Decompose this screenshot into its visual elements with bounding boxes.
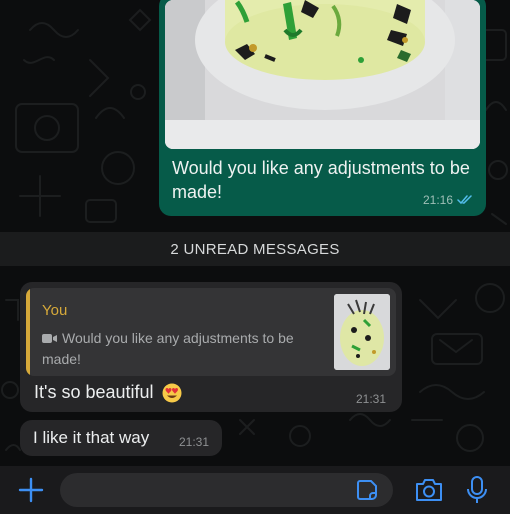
quote-accent-bar xyxy=(26,288,30,376)
microphone-icon[interactable] xyxy=(466,475,488,505)
video-icon xyxy=(42,334,57,343)
incoming-message-bubble[interactable]: I like it that way 21:31 xyxy=(20,420,222,456)
unread-messages-divider: 2 UNREAD MESSAGES xyxy=(0,232,510,266)
outgoing-message-meta: 21:16 xyxy=(423,193,473,207)
incoming-message-time: 21:31 xyxy=(355,392,386,406)
double-check-icon xyxy=(457,195,472,205)
camera-icon[interactable] xyxy=(414,476,444,504)
quoted-message-text-row: Would you like any adjustments to be mad… xyxy=(42,328,328,370)
unread-messages-label: 2 UNREAD MESSAGES xyxy=(170,240,340,258)
outgoing-message-bubble[interactable]: Would you like any adjustments to be mad… xyxy=(159,0,486,216)
incoming-message-time: 21:31 xyxy=(178,435,209,449)
incoming-message-bubble[interactable]: You Would you like any adjustments to be… xyxy=(20,282,402,412)
heart-eyes-emoji xyxy=(162,383,182,402)
cake-photo[interactable] xyxy=(165,0,480,149)
chat-screen: Would you like any adjustments to be mad… xyxy=(0,0,510,514)
incoming-message-text: I like it that way xyxy=(33,428,150,447)
cake-thumbnail-image xyxy=(334,294,390,370)
incoming-message-text-row: It's so beautiful xyxy=(34,382,182,403)
outgoing-message-time: 21:16 xyxy=(422,193,453,207)
cake-thumbnail[interactable] xyxy=(334,294,390,370)
incoming-message-text: It's so beautiful xyxy=(34,382,154,402)
quoted-message-text: Would you like any adjustments to be mad… xyxy=(42,330,294,367)
plus-icon[interactable] xyxy=(16,475,46,505)
sticker-icon[interactable] xyxy=(356,479,378,501)
message-composer xyxy=(0,466,510,514)
quoted-message[interactable]: You Would you like any adjustments to be… xyxy=(26,288,396,376)
quoted-message-author: You xyxy=(42,302,68,319)
cake-photo-image xyxy=(165,0,480,149)
message-input[interactable] xyxy=(60,473,393,507)
